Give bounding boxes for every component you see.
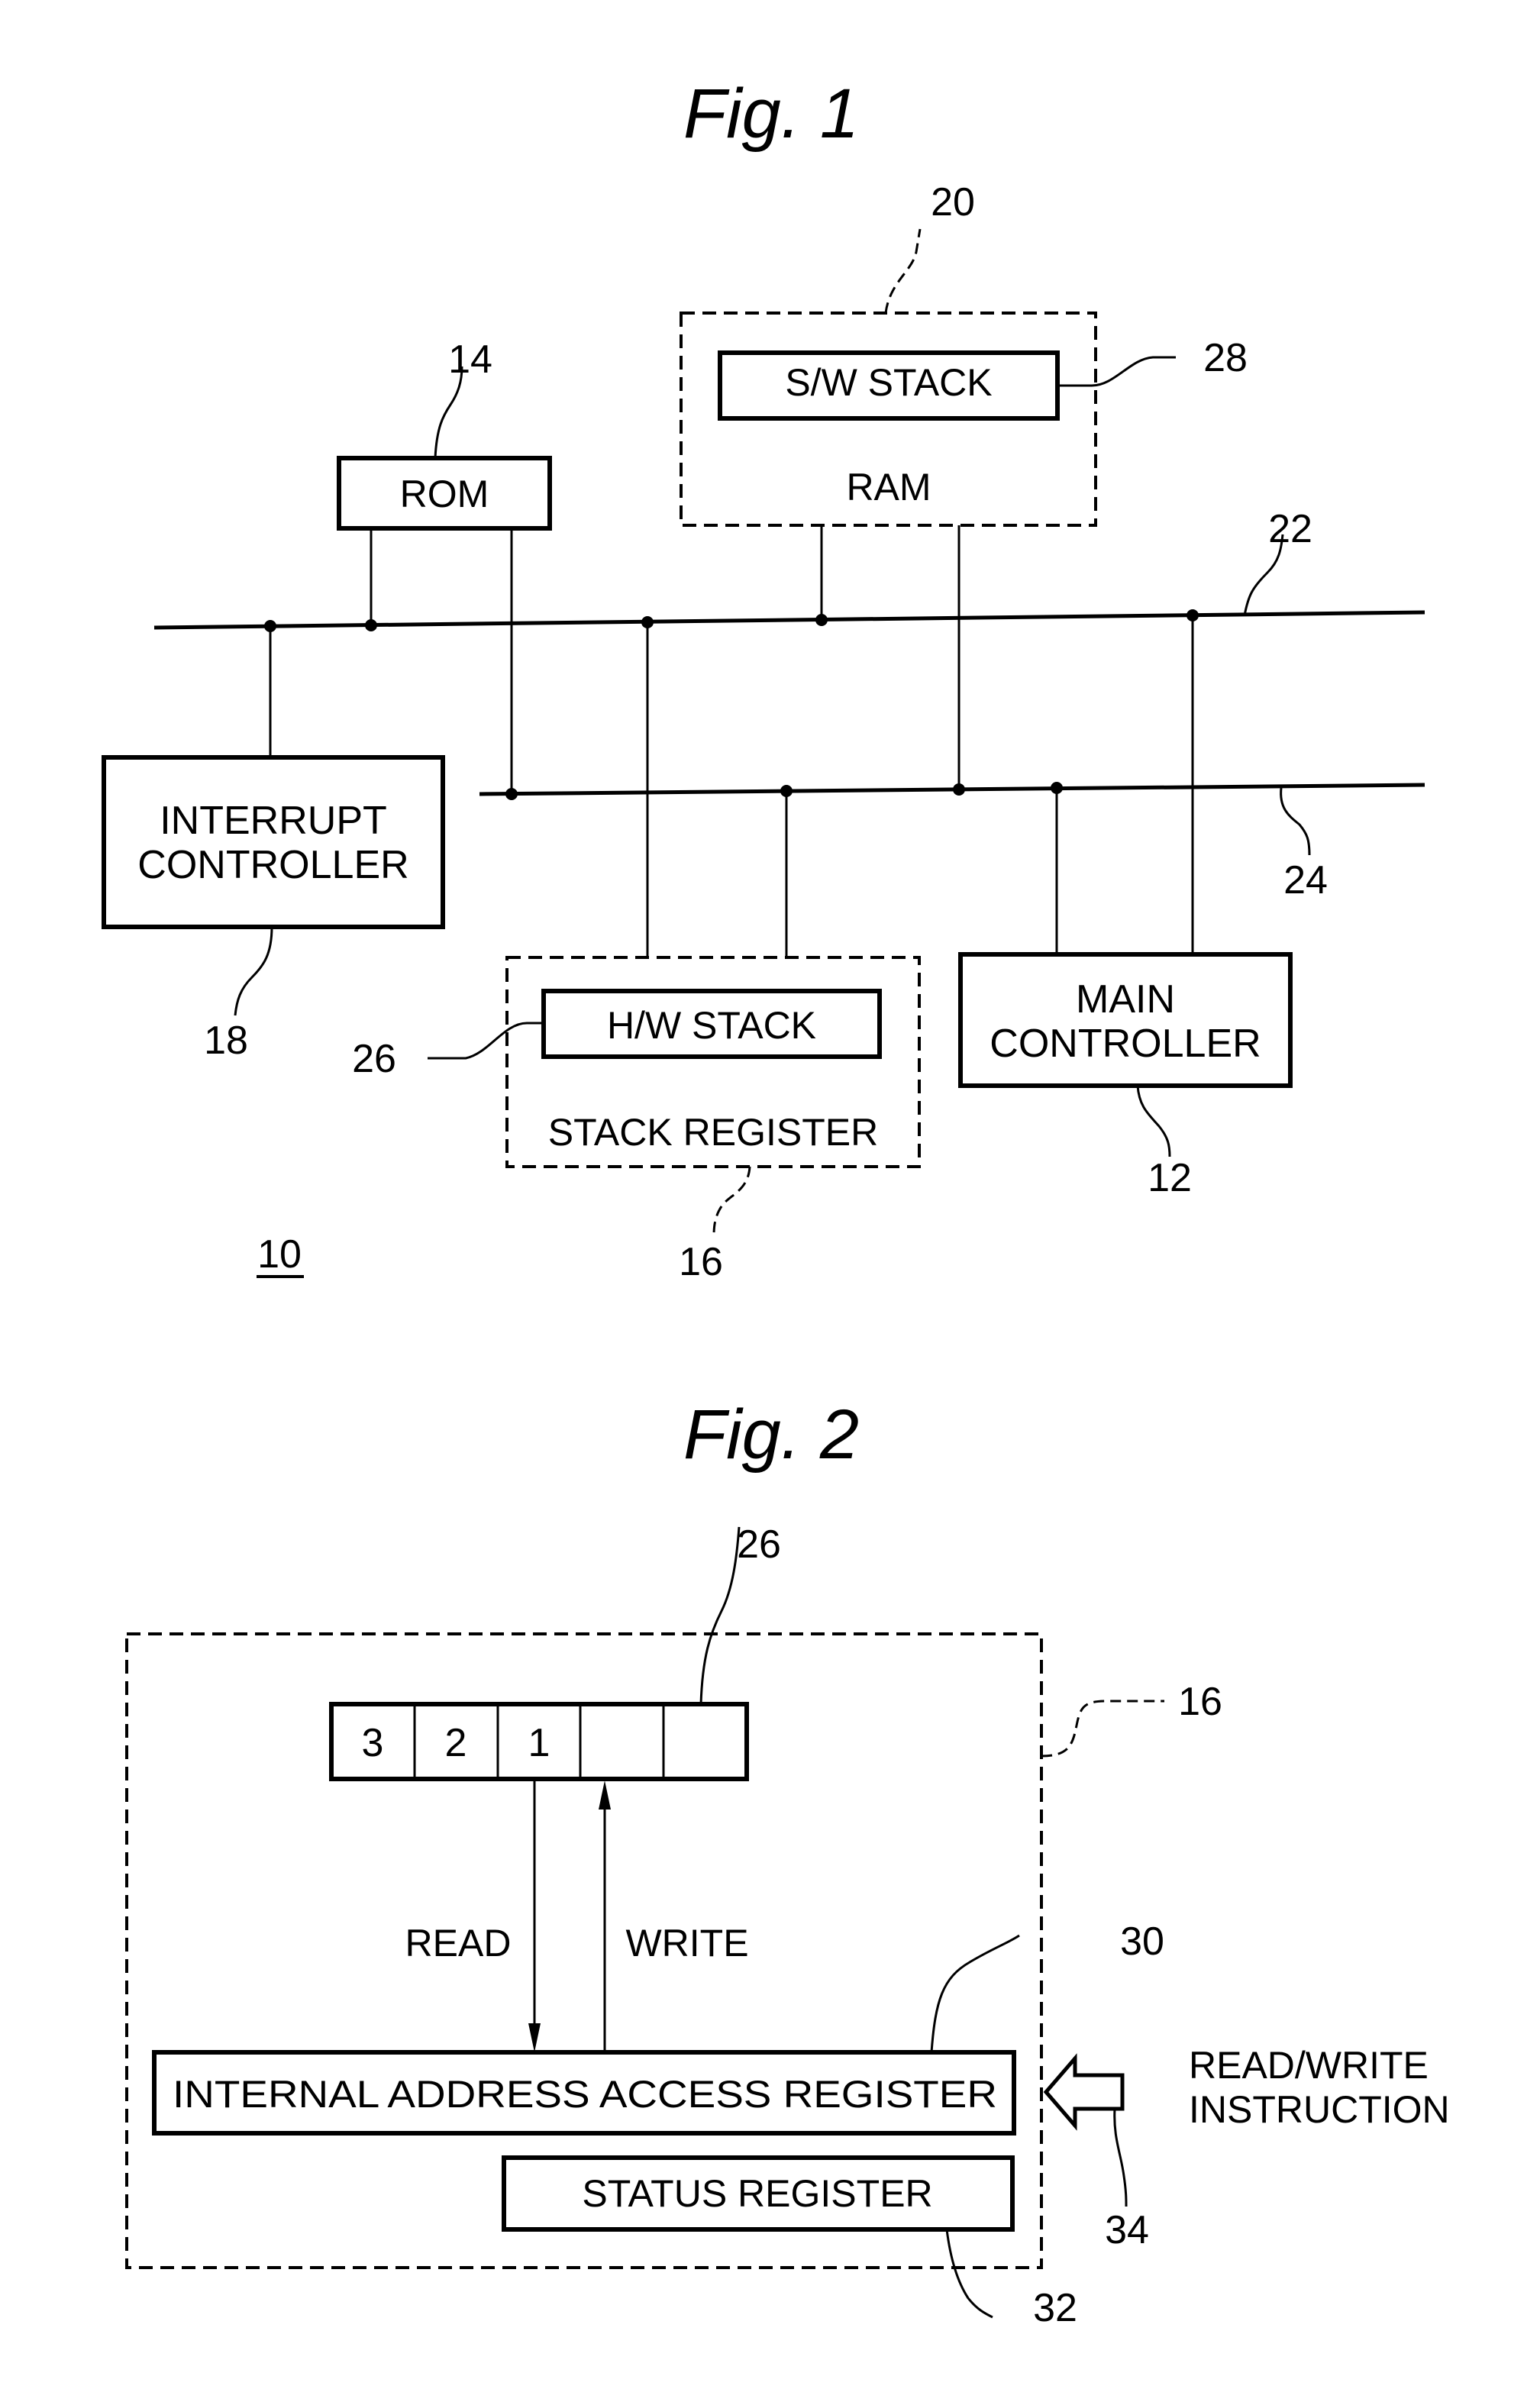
stack-cell: 1 — [528, 1721, 550, 1765]
system-ref: 10 — [257, 1232, 302, 1277]
fig2-hw-stack: 3 2 1 — [329, 1702, 749, 1781]
patent-drawing-sheet: Fig. 1 S/W STACK RAM 20 28 ROM 14 22 24 — [102, 75, 1450, 2330]
stack-register-label: STACK REGISTER — [548, 1111, 878, 1154]
rom-ref: 14 — [448, 337, 492, 382]
iaar-ref-leader — [930, 1934, 1020, 2053]
sw-stack-ref-leader — [1057, 356, 1176, 387]
stack-cell: 2 — [445, 1721, 467, 1765]
bus-24-ref-leader — [1280, 787, 1311, 856]
sw-stack-label: S/W STACK — [785, 361, 992, 404]
bus-22-ref: 22 — [1268, 507, 1312, 551]
instruction-hollow-arrow-icon — [1043, 2053, 1125, 2131]
sw-stack-ref: 28 — [1203, 336, 1248, 380]
instruction-line2: INSTRUCTION — [1189, 2088, 1450, 2131]
status-register-ref: 32 — [1033, 2286, 1077, 2330]
interrupt-controller-ref-leader — [234, 926, 273, 1016]
stack-cell: 3 — [362, 1721, 384, 1765]
write-arrowhead-icon — [599, 1780, 611, 1810]
write-label: WRITE — [625, 1922, 748, 1964]
hw-stack-label: H/W STACK — [607, 1004, 816, 1047]
instruction-ref-leader — [1113, 2108, 1128, 2207]
main-controller-line1: MAIN — [1076, 977, 1175, 1022]
bus-24 — [479, 783, 1425, 796]
ram-ref-leader — [884, 228, 922, 314]
instruction-ref: 34 — [1105, 2208, 1149, 2252]
stack-register-ref-leader — [712, 1166, 751, 1238]
fig2-hw-stack-ref-leader — [699, 1526, 741, 1705]
fig1-title: Fig. 1 — [683, 75, 859, 153]
hw-stack-ref: 26 — [352, 1037, 396, 1081]
iaar-ref: 30 — [1120, 1919, 1164, 1964]
status-register-label: STATUS REGISTER — [582, 2172, 932, 2215]
fig2-hw-stack-ref: 26 — [737, 1522, 781, 1567]
interrupt-controller-line1: INTERRUPT — [160, 799, 387, 843]
internal-address-access-register-label: INTERNAL ADDRESS ACCESS REGISTER — [173, 2073, 997, 2116]
main-controller-line2: CONTROLLER — [990, 1022, 1261, 1066]
stack-register-ref: 16 — [679, 1240, 723, 1284]
read-arrowhead-icon — [528, 2023, 541, 2052]
main-controller-ref: 12 — [1148, 1156, 1192, 1200]
bus-22 — [153, 610, 1425, 630]
hw-stack-ref-leader — [428, 1022, 544, 1060]
main-controller-ref-leader — [1136, 1085, 1171, 1157]
ram-block: S/W STACK RAM — [680, 312, 1097, 527]
instruction-line1: READ/WRITE — [1189, 2044, 1429, 2087]
status-register-ref-leader — [945, 2229, 993, 2319]
bus-24-ref: 24 — [1283, 858, 1328, 902]
ram-ref: 20 — [931, 180, 975, 224]
rom-label: ROM — [400, 473, 489, 515]
read-label: READ — [405, 1922, 512, 1964]
fig2-stack-register-ref-leader — [1041, 1700, 1164, 1758]
fig2-stack-register-ref: 16 — [1178, 1680, 1222, 1724]
ram-label: RAM — [846, 466, 931, 508]
interrupt-controller-line2: CONTROLLER — [137, 843, 408, 887]
fig2-title: Fig. 2 — [683, 1396, 859, 1474]
interrupt-controller-ref: 18 — [204, 1019, 248, 1063]
